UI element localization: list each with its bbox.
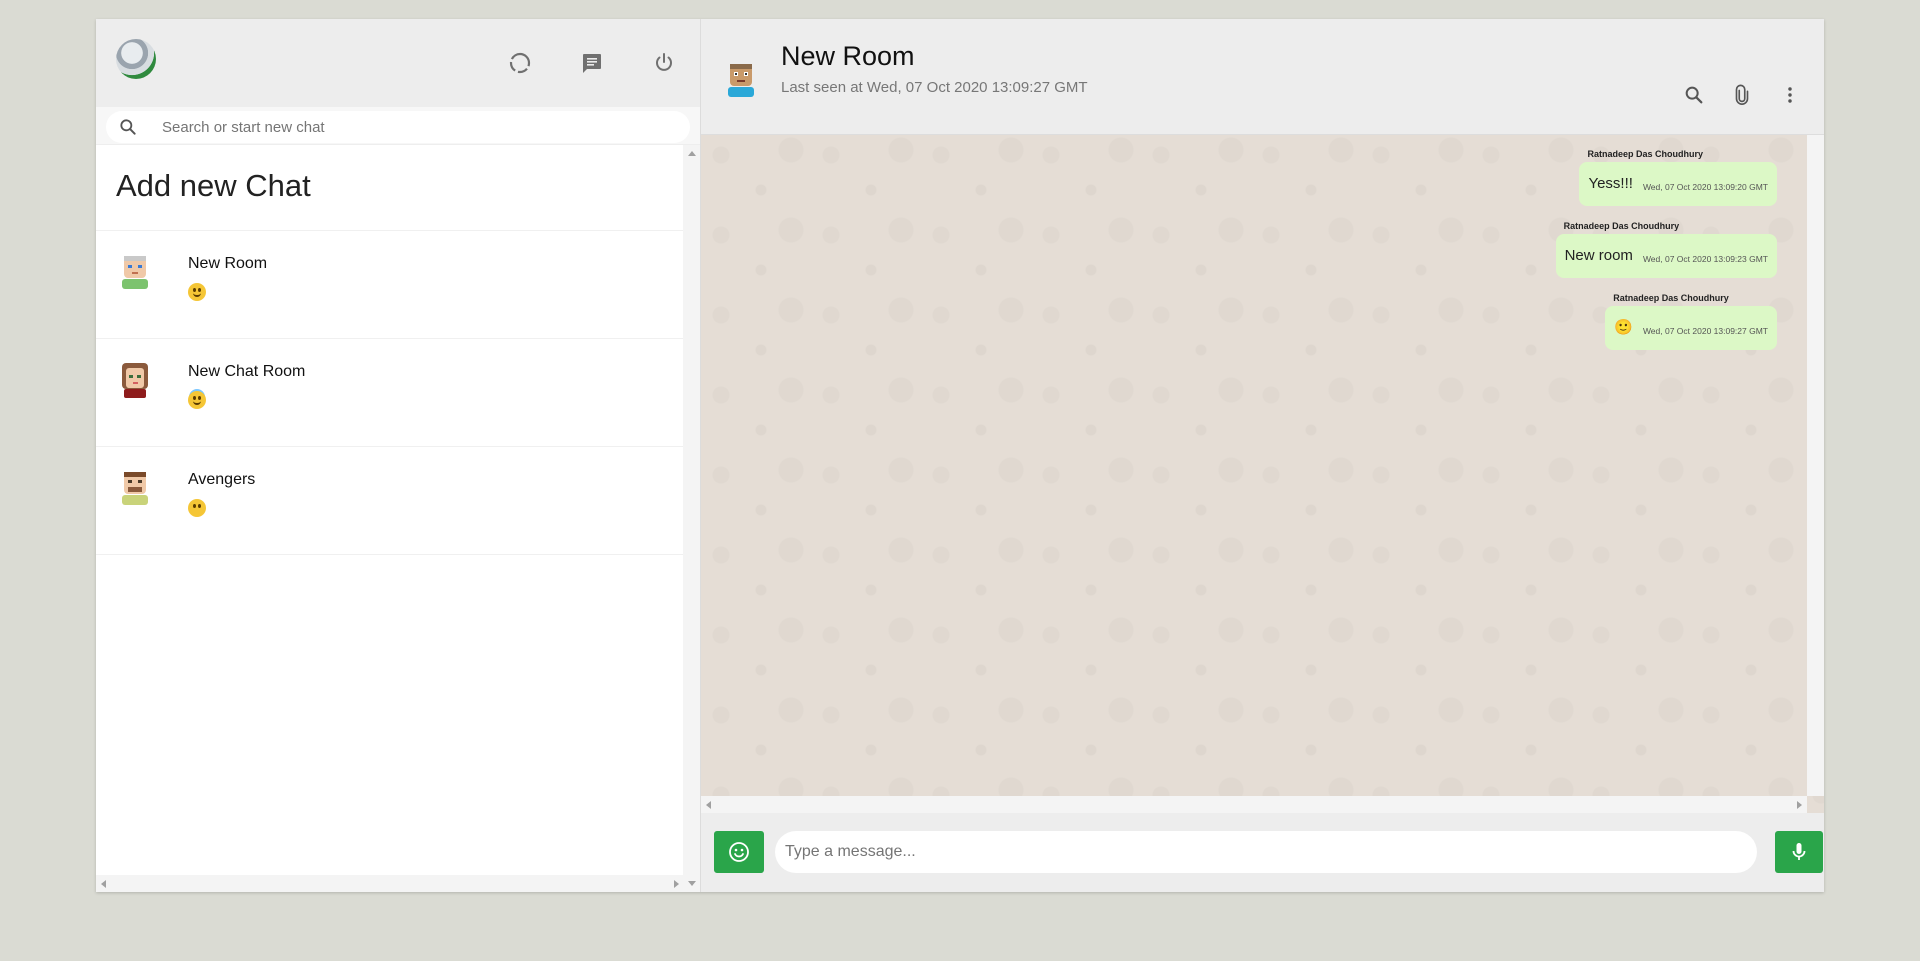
more-vertical-icon: [1788, 87, 1792, 103]
scroll-down-arrow-icon[interactable]: [688, 881, 696, 886]
voice-record-button[interactable]: [1775, 831, 1823, 873]
chat-last-message: [188, 283, 267, 306]
scroll-left-arrow-icon[interactable]: [101, 880, 106, 888]
chat-info: Avengers: [188, 469, 255, 554]
chat-name: Avengers: [188, 471, 256, 488]
message-text: New room: [1564, 247, 1633, 264]
more-options-button[interactable]: [1766, 83, 1814, 107]
message: Ratnadeep Das Choudhury New room Wed, 07…: [1555, 221, 1777, 278]
message-sender: Ratnadeep Das Choudhury: [1563, 221, 1680, 231]
scroll-left-arrow-icon[interactable]: [706, 801, 711, 809]
chat-horizontal-scrollbar[interactable]: [701, 796, 1807, 813]
message-input[interactable]: [775, 831, 1757, 873]
search-icon: [120, 119, 136, 135]
sidebar-horizontal-scrollbar[interactable]: [96, 875, 684, 892]
emoji-icon: [729, 842, 749, 862]
chat-last-seen: Last seen at Wed, 07 Oct 2020 13:09:27 G…: [781, 79, 1088, 96]
message: Ratnadeep Das Choudhury 🙂 Wed, 07 Oct 20…: [1605, 293, 1777, 350]
search-chat-button[interactable]: [1670, 83, 1718, 107]
sidebar-header: [96, 19, 700, 107]
message-sender: Ratnadeep Das Choudhury: [1613, 293, 1729, 303]
add-new-chat[interactable]: Add new Chat: [96, 145, 683, 231]
app-window: Add new Chat New Room: [96, 19, 1824, 892]
message-bubble[interactable]: New room Wed, 07 Oct 2020 13:09:23 GMT: [1555, 234, 1777, 278]
message-text: Yess!!!: [1588, 175, 1633, 192]
emoji-button[interactable]: [714, 831, 764, 873]
search-icon: [1685, 86, 1703, 104]
message-bubble[interactable]: Yess!!! Wed, 07 Oct 2020 13:09:20 GMT: [1579, 162, 1777, 206]
chat-name: New Chat Room: [188, 363, 306, 380]
new-chat-button[interactable]: [556, 50, 628, 76]
message: Ratnadeep Das Choudhury Yess!!! Wed, 07 …: [1579, 149, 1777, 206]
chat-title: New Room: [781, 41, 915, 71]
chat-avatar[interactable]: [722, 61, 760, 99]
message-list: Ratnadeep Das Choudhury Yess!!! Wed, 07 …: [1555, 149, 1777, 365]
chat-last-message: [188, 499, 255, 522]
message-time: Wed, 07 Oct 2020 13:09:20 GMT: [1642, 182, 1768, 192]
sidebar-header-icons: [484, 50, 700, 76]
scroll-right-arrow-icon[interactable]: [1797, 801, 1802, 809]
chat-info: New Chat Room: [188, 361, 305, 446]
search-input[interactable]: [162, 118, 642, 136]
chat-list: Add new Chat New Room New Chat Room Aven…: [96, 145, 700, 892]
avatar: [122, 363, 148, 398]
chat-header: New Room Last seen at Wed, 07 Oct 2020 1…: [701, 19, 1824, 135]
scroll-up-arrow-icon[interactable]: [688, 151, 696, 156]
chat-body: Ratnadeep Das Choudhury Yess!!! Wed, 07 …: [701, 135, 1824, 813]
face-without-mouth-icon: [188, 499, 206, 517]
search-bar: [96, 107, 700, 145]
microphone-icon: [1792, 843, 1806, 860]
avatar: [122, 256, 148, 289]
scroll-right-arrow-icon[interactable]: [674, 880, 679, 888]
search-box: [106, 111, 690, 143]
sidebar-vertical-scrollbar[interactable]: [683, 145, 700, 892]
chat-footer: [701, 813, 1824, 892]
chat-last-message: [188, 391, 305, 414]
chat-header-icons: [1670, 83, 1814, 107]
new-chat-icon: [583, 54, 601, 73]
chat-vertical-scrollbar[interactable]: [1807, 135, 1824, 796]
status-button[interactable]: [484, 50, 556, 76]
chat-name: New Room: [188, 255, 268, 272]
avatar: [122, 472, 148, 505]
smiling-face-with-halo-icon: [188, 391, 206, 409]
slightly-smiling-face-icon: [188, 283, 206, 301]
message-text: 🙂: [1614, 319, 1633, 336]
message-time: Wed, 07 Oct 2020 13:09:27 GMT: [1642, 326, 1768, 336]
message-bubble[interactable]: 🙂 Wed, 07 Oct 2020 13:09:27 GMT: [1605, 306, 1777, 350]
message-sender: Ratnadeep Das Choudhury: [1587, 149, 1703, 159]
chat-info: New Room: [188, 253, 267, 338]
sidebar: Add new Chat New Room: [96, 19, 701, 892]
status-icon: [509, 52, 531, 74]
chat-item-new-chat-room[interactable]: New Chat Room: [96, 339, 683, 447]
paperclip-icon: [1735, 84, 1749, 105]
message-time: Wed, 07 Oct 2020 13:09:23 GMT: [1642, 254, 1768, 264]
attach-button[interactable]: [1718, 83, 1766, 107]
logout-button[interactable]: [628, 50, 700, 76]
user-avatar[interactable]: [116, 39, 156, 79]
chat-panel: New Room Last seen at Wed, 07 Oct 2020 1…: [701, 19, 1824, 892]
chat-item-new-room[interactable]: New Room: [96, 231, 683, 339]
chat-item-avengers[interactable]: Avengers: [96, 447, 683, 555]
power-icon: [656, 53, 672, 71]
add-new-chat-label: Add new Chat: [116, 167, 311, 203]
